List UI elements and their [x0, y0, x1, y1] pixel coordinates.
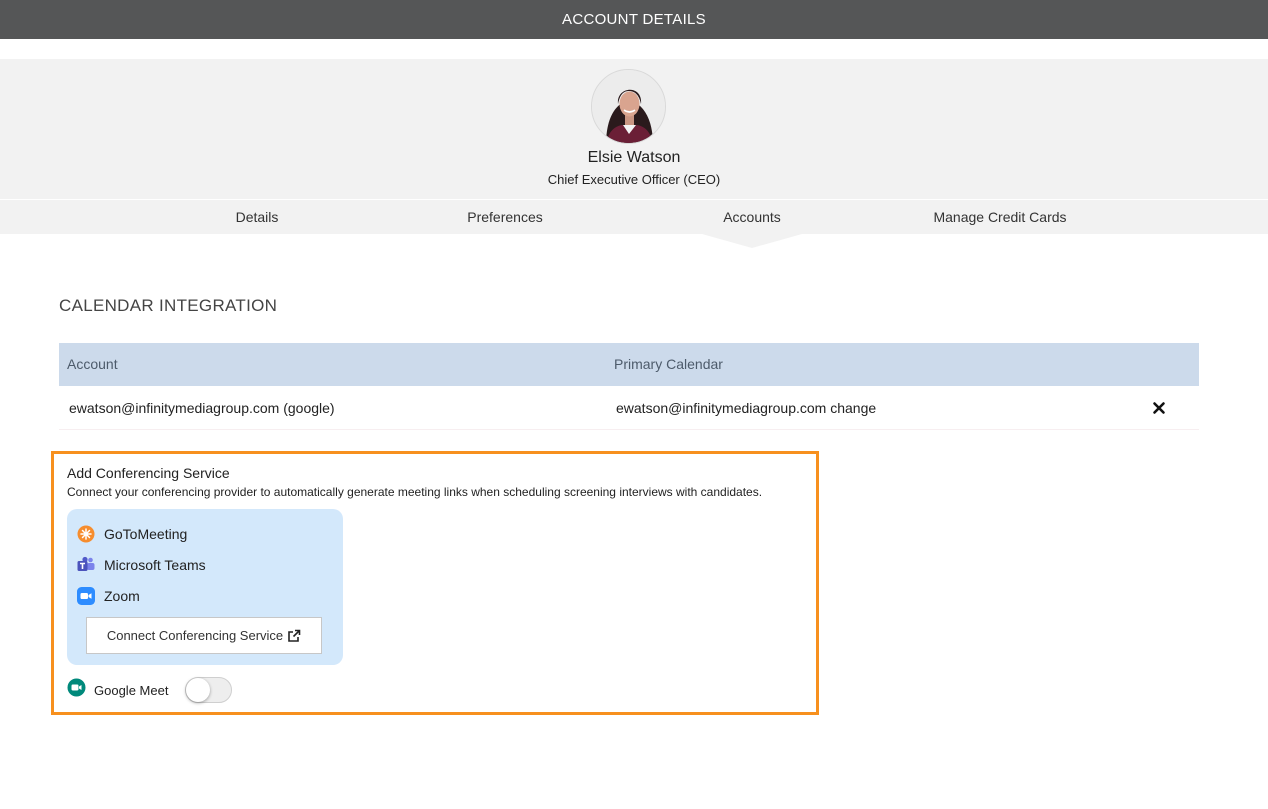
microsoft-teams-icon [77, 556, 95, 574]
toggle-knob [186, 678, 210, 702]
profile-job-title: Chief Executive Officer (CEO) [547, 172, 721, 187]
profile-name: Elsie Watson [587, 149, 681, 166]
gotomeeting-icon [77, 525, 95, 543]
google-meet-row: Google Meet [67, 678, 168, 702]
top-bar: ACCOUNT DETAILS [0, 0, 1268, 39]
tab-manage-credit-cards[interactable]: Manage Credit Cards [933, 200, 1066, 234]
tab-accounts[interactable]: Accounts [723, 200, 781, 234]
google-meet-icon [67, 678, 86, 702]
provider-name: Zoom [104, 588, 140, 604]
google-meet-label: Google Meet [94, 682, 169, 698]
account-cell: ewatson@infinitymediagroup.com (google) [69, 400, 335, 416]
conferencing-title: Add Conferencing Service [67, 465, 230, 481]
avatar [591, 69, 666, 144]
zoom-icon [77, 587, 95, 605]
provider-list: GoToMeeting Microsoft Teams Zoom Connect… [67, 509, 343, 665]
column-header-primary-calendar: Primary Calendar [614, 356, 723, 372]
connect-conferencing-button[interactable]: Connect Conferencing Service [86, 617, 322, 654]
calendar-integration-heading: CALENDAR INTEGRATION [59, 296, 278, 315]
remove-account-icon[interactable] [1152, 401, 1166, 415]
conferencing-service-panel: Add Conferencing Service Connect your co… [51, 451, 819, 715]
active-tab-indicator [702, 234, 802, 248]
table-row: ewatson@infinitymediagroup.com (google) … [59, 387, 1199, 430]
tab-preferences[interactable]: Preferences [467, 200, 542, 234]
tab-details[interactable]: Details [236, 200, 279, 234]
google-meet-toggle[interactable] [185, 677, 232, 703]
connect-button-label: Connect Conferencing Service [106, 628, 284, 643]
provider-name: Microsoft Teams [104, 557, 206, 573]
avatar-photo [592, 70, 665, 143]
provider-zoom: Zoom [77, 586, 140, 606]
external-link-icon [287, 629, 301, 643]
primary-calendar-cell[interactable]: ewatson@infinitymediagroup.com change [616, 387, 876, 430]
provider-gotomeeting: GoToMeeting [77, 524, 187, 544]
provider-microsoft-teams: Microsoft Teams [77, 555, 206, 575]
tab-bar: Details Preferences Accounts Manage Cred… [0, 200, 1268, 234]
profile-header: Elsie Watson Chief Executive Officer (CE… [0, 59, 1268, 199]
calendar-table-header: Account Primary Calendar [59, 343, 1199, 386]
conferencing-description: Connect your conferencing provider to au… [67, 485, 763, 499]
provider-name: GoToMeeting [104, 526, 188, 542]
column-header-account: Account [67, 356, 118, 372]
page-title: ACCOUNT DETAILS [562, 11, 706, 28]
